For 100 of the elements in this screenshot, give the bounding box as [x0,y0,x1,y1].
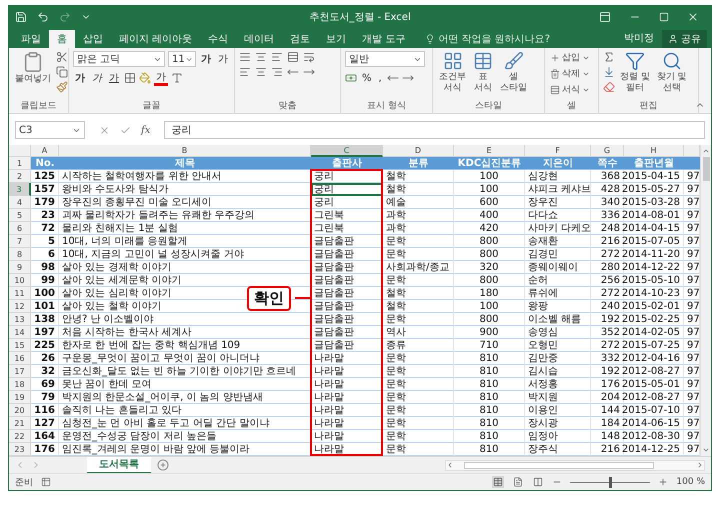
row-header[interactable]: 4 [9,196,31,209]
cell-button[interactable]: 삭제 [549,67,594,80]
scroll-thumb[interactable] [464,462,654,468]
tell-me-button[interactable]: 어떤 작업을 원하시나요? [419,30,556,48]
font-name-dropdown[interactable]: 맑은 고딕 [73,51,165,67]
underline-button[interactable]: 가 [107,70,121,86]
scissors-icon[interactable] [56,51,68,63]
column-header[interactable]: G [591,145,624,157]
maximize-icon[interactable] [659,12,669,22]
font-size-dropdown[interactable]: 11 [168,51,196,67]
row-header[interactable]: 20 [9,404,31,417]
row-header[interactable]: 23 [9,443,31,456]
redo-icon[interactable] [59,11,71,23]
menu-tab[interactable]: 데이터 [236,30,282,48]
row-header[interactable]: 21 [9,417,31,430]
border-icon[interactable] [124,72,136,84]
row-header[interactable]: 22 [9,430,31,443]
align-top-icon[interactable] [239,51,251,63]
eraser-icon[interactable] [603,81,615,93]
align-bottom-icon[interactable] [271,51,283,63]
column-header[interactable]: F [525,145,591,157]
page-layout-view-button[interactable] [512,476,524,488]
copy-icon[interactable] [56,66,68,78]
align-right-icon[interactable] [271,66,283,78]
edit-button[interactable]: 찾기 및 선택 [654,51,689,99]
paint-bucket-icon[interactable] [139,72,151,84]
edit-button[interactable]: 정렬 및 필터 [618,51,652,99]
shrink-font-button[interactable]: 가 [216,51,230,67]
comma-button[interactable]: , [376,70,384,86]
row-header[interactable]: 12 [9,300,31,313]
menu-tab[interactable]: 페이지 레이아웃 [111,30,200,48]
row-header[interactable]: 2 [9,170,31,183]
paintbrush-icon[interactable] [56,81,68,93]
row-header[interactable]: 17 [9,365,31,378]
check-icon[interactable] [120,124,131,136]
style-button[interactable]: 표 서식 [471,51,495,99]
row-header[interactable]: 1 [9,157,31,170]
horizontal-scrollbar[interactable] [445,460,705,470]
close-icon[interactable] [687,11,699,23]
fill-icon[interactable] [603,66,615,78]
menu-tab[interactable]: 수식 [200,30,236,48]
zoom-in-icon[interactable] [658,477,668,487]
menu-tab[interactable]: 홈 [49,30,75,48]
style-button[interactable]: 조건부 서식 [437,51,468,99]
style-button[interactable]: 셀 스타일 [498,51,529,99]
number-format-dropdown[interactable]: 일반 [345,51,425,67]
sum-icon[interactable] [603,51,615,63]
row-header[interactable]: 7 [9,235,31,248]
column-header[interactable]: D [383,145,454,157]
vertical-scrollbar[interactable] [700,145,711,456]
row-header[interactable]: 8 [9,248,31,261]
row-header[interactable]: 6 [9,222,31,235]
row-header[interactable]: 16 [9,352,31,365]
row-header[interactable]: 9 [9,261,31,274]
add-sheet-icon[interactable] [157,459,169,471]
paste-button[interactable]: 붙여넣기 [13,51,53,99]
row-header[interactable]: 5 [9,209,31,222]
align-center-icon[interactable] [255,66,267,78]
row-header[interactable]: 15 [9,339,31,352]
row-header[interactable]: 13 [9,313,31,326]
cancel-icon[interactable] [99,124,110,136]
column-header[interactable]: E [454,145,525,157]
cell-button[interactable]: 서식 [549,83,594,96]
page-break-view-button[interactable] [532,476,544,488]
undo-icon[interactable] [37,11,49,23]
percent-button[interactable]: % [360,70,374,86]
currency-icon[interactable] [345,72,357,84]
cell-button[interactable]: 삽입 [549,51,594,64]
ribbon-display-icon[interactable] [599,11,611,23]
column-header[interactable]: C [311,145,383,157]
grow-font-button[interactable]: 가 [199,51,213,67]
scroll-thumb[interactable] [702,157,710,181]
menu-tab[interactable]: 삽입 [75,30,111,48]
align-middle-icon[interactable] [255,51,267,63]
column-header[interactable]: H [624,145,684,157]
align-left-icon[interactable] [239,66,251,78]
share-button[interactable]: 공유 [662,30,707,48]
row-header[interactable]: 14 [9,326,31,339]
column-header[interactable]: A [31,145,59,157]
menu-tab[interactable]: 파일 [13,30,49,48]
column-header[interactable]: B [59,145,311,157]
wrap-text-icon[interactable] [303,51,315,63]
normal-view-button[interactable] [492,476,504,488]
row-header[interactable]: 3 [9,183,31,196]
phonetic-icon[interactable] [171,72,183,84]
insert-function-button[interactable]: fx [141,124,150,136]
row-header[interactable]: 18 [9,378,31,391]
menu-tab[interactable]: 개발 도구 [354,30,414,48]
row-header[interactable]: 11 [9,287,31,300]
name-box[interactable]: C3 [15,121,85,139]
font-color-button[interactable]: 가 [154,70,168,86]
sheet-tab[interactable]: 도서목록 [87,456,151,474]
menu-tab[interactable]: 검토 [282,30,318,48]
bold-button[interactable]: 가 [73,70,87,86]
menu-tab[interactable]: 보기 [318,30,354,48]
italic-button[interactable]: 가 [90,70,104,86]
formula-input[interactable]: 궁리 [164,121,705,139]
row-header[interactable]: 10 [9,274,31,287]
zoom-slider-thumb[interactable] [609,476,612,488]
row-header[interactable]: 19 [9,391,31,404]
